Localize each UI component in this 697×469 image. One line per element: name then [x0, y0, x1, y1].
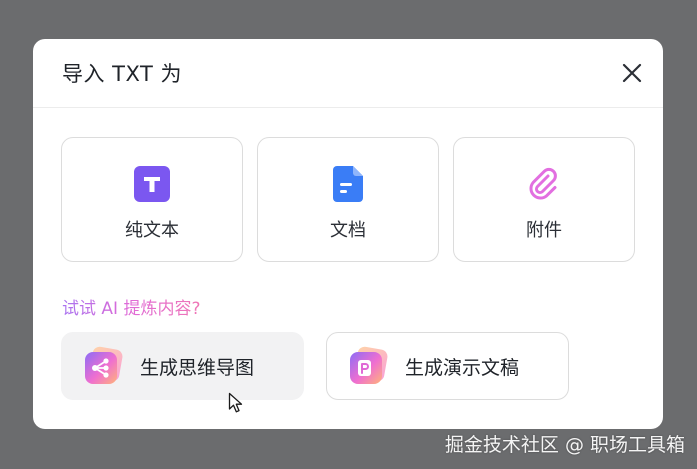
mindmap-icon [85, 346, 123, 384]
import-doc-label: 文档 [330, 220, 366, 241]
doc-icon [330, 166, 366, 202]
text-icon [134, 166, 170, 202]
dialog-title: 导入 TXT 为 [62, 62, 183, 86]
paperclip-icon [526, 166, 562, 202]
import-options: 纯文本 文档 附件 [61, 137, 635, 262]
import-doc-card[interactable]: 文档 [257, 137, 439, 262]
ai-actions: 生成思维导图 生成演示文稿 [61, 332, 569, 400]
generate-mindmap-button[interactable]: 生成思维导图 [61, 332, 304, 400]
import-attachment-card[interactable]: 附件 [453, 137, 635, 262]
generate-slides-label: 生成演示文稿 [405, 356, 520, 379]
mouse-cursor-icon [228, 392, 243, 413]
watermark-text: 掘金技术社区 @ 职场工具箱 [444, 434, 685, 456]
dialog-header: 导入 TXT 为 [33, 39, 663, 108]
close-button[interactable] [617, 58, 647, 88]
import-txt-dialog: 导入 TXT 为 纯文本 文档 附件 试试 AI 提炼内容? 生成思维导图 生成… [33, 39, 663, 429]
slides-icon [350, 346, 388, 384]
import-plain-text-card[interactable]: 纯文本 [61, 137, 243, 262]
modal-backdrop: 导入 TXT 为 纯文本 文档 附件 试试 AI 提炼内容? 生成思维导图 生成… [0, 0, 697, 469]
generate-slides-button[interactable]: 生成演示文稿 [326, 332, 569, 400]
close-icon [622, 63, 642, 83]
import-plain-text-label: 纯文本 [125, 220, 179, 241]
generate-mindmap-label: 生成思维导图 [140, 356, 255, 379]
ai-hint-text: 试试 AI 提炼内容? [62, 294, 200, 319]
import-attachment-label: 附件 [526, 220, 562, 241]
